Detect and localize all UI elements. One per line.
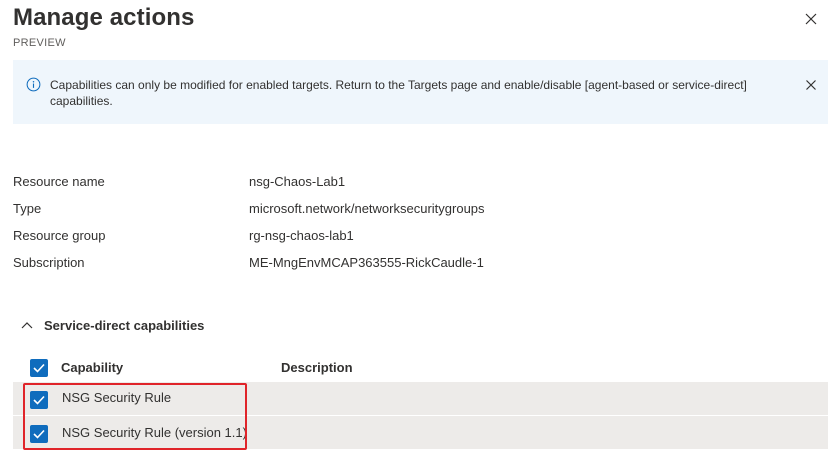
close-icon (805, 13, 817, 25)
resource-name-label: Resource name (13, 174, 105, 189)
close-panel-button[interactable] (803, 11, 819, 27)
table-row[interactable]: NSG Security Rule (version 1.1) (13, 416, 828, 449)
capability-name: NSG Security Rule (62, 390, 172, 405)
table-row[interactable]: NSG Security Rule (13, 382, 828, 415)
checkmark-icon (33, 363, 45, 373)
column-header-capability[interactable]: Capability (61, 360, 123, 375)
dismiss-info-button[interactable] (805, 78, 817, 90)
checkmark-icon (33, 429, 45, 439)
chevron-up-icon (21, 322, 33, 329)
close-icon (806, 80, 816, 90)
info-message-bar: Capabilities can only be modified for en… (13, 60, 828, 124)
column-header-description[interactable]: Description (281, 360, 353, 375)
row-checkbox[interactable] (30, 391, 48, 409)
type-label: Type (13, 201, 42, 216)
section-title: Service-direct capabilities (44, 317, 205, 333)
info-icon (26, 77, 41, 92)
subscription-value: ME-MngEnvMCAP363555-RickCaudle-1 (249, 255, 484, 270)
type-value: microsoft.network/networksecuritygroups (249, 201, 485, 216)
info-message-text: Capabilities can only be modified for en… (50, 78, 747, 108)
row-checkbox[interactable] (30, 425, 48, 443)
resource-group-value: rg-nsg-chaos-lab1 (249, 228, 354, 243)
subscription-label: Subscription (13, 255, 85, 270)
checkmark-icon (33, 395, 45, 405)
resource-group-label: Resource group (13, 228, 106, 243)
resource-name-value: nsg-Chaos-Lab1 (249, 174, 346, 189)
service-direct-section-toggle[interactable]: Service-direct capabilities (21, 315, 204, 335)
select-all-checkbox[interactable] (30, 359, 48, 377)
panel-subtitle: PREVIEW (13, 37, 66, 49)
panel-title: Manage actions (13, 4, 195, 31)
capability-name: NSG Security Rule (version 1.1) (62, 425, 247, 440)
